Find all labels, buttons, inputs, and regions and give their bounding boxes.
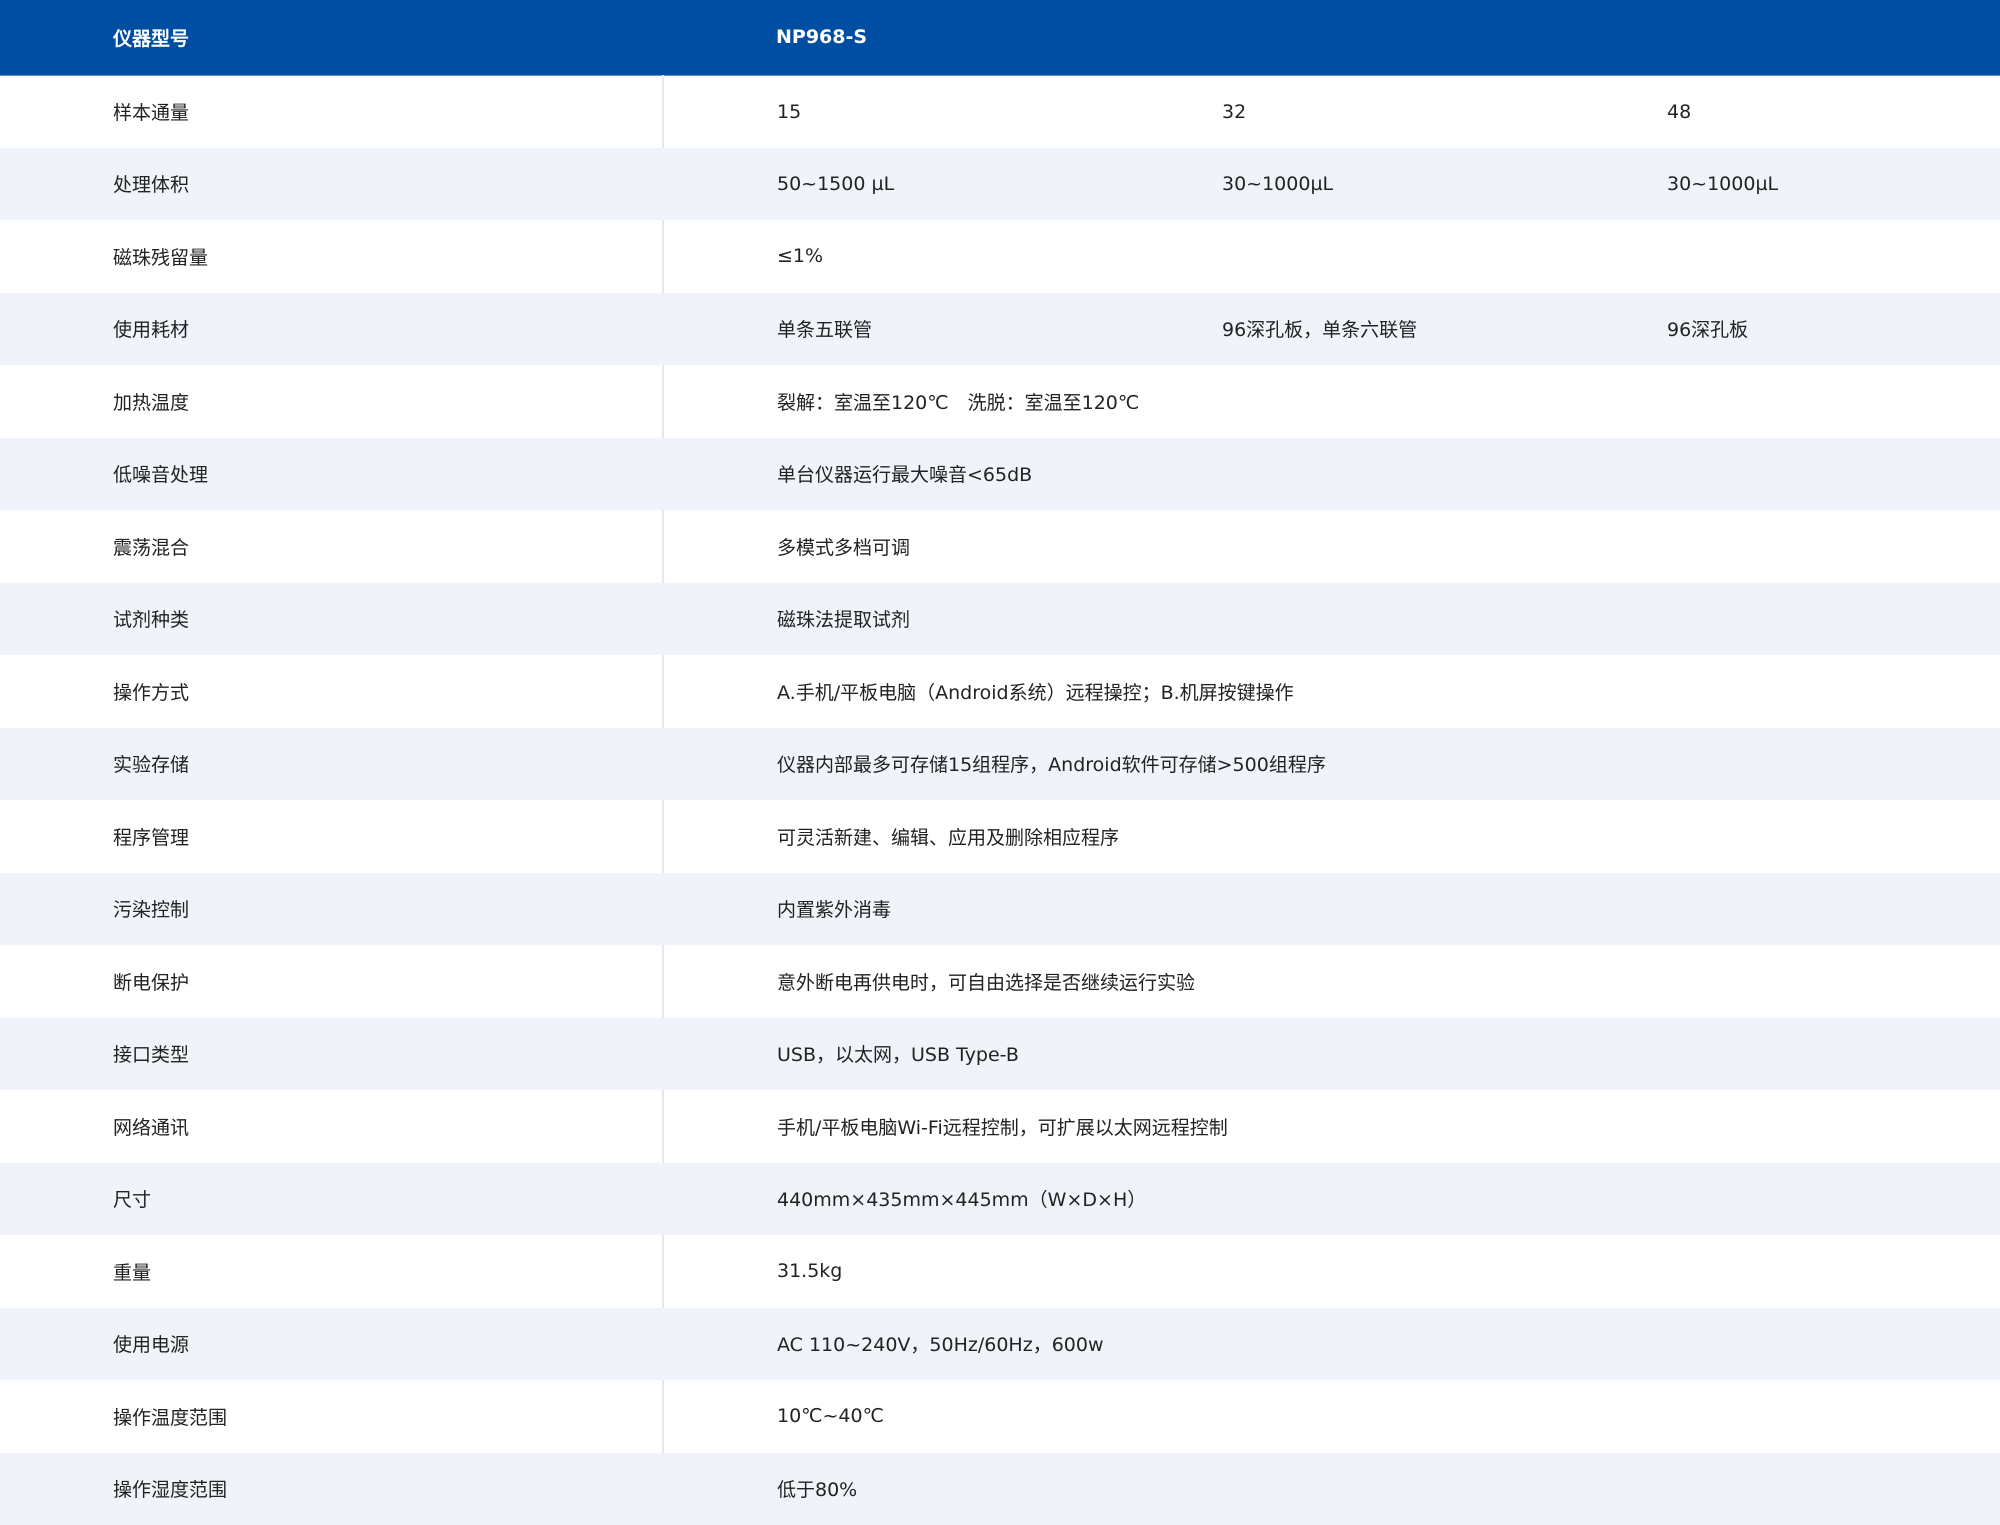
row-value: 32 bbox=[1109, 75, 1554, 148]
row-value: 仪器内部最多可存储15组程序，Android软件可存储>500组程序 bbox=[663, 728, 2000, 801]
row-label: 断电保护 bbox=[0, 945, 663, 1018]
table-row: 低噪音处理 单台仪器运行最大噪音<65dB bbox=[0, 438, 2000, 511]
row-label: 操作方式 bbox=[0, 655, 663, 728]
row-value: 磁珠法提取试剂 bbox=[663, 583, 2000, 656]
row-value: 48 bbox=[1554, 75, 2000, 148]
row-value: USB，以太网，USB Type-B bbox=[663, 1018, 2000, 1091]
table-row: 加热温度 裂解：室温至120℃ 洗脱：室温至120℃ bbox=[0, 365, 2000, 438]
row-label: 使用电源 bbox=[0, 1308, 663, 1381]
table-row: 操作方式 A.手机/平板电脑（Android系统）远程操控；B.机屏按键操作 bbox=[0, 655, 2000, 728]
table-header-row: 仪器型号 NP968-S bbox=[0, 0, 2000, 75]
table-row: 震荡混合 多模式多档可调 bbox=[0, 510, 2000, 583]
row-label: 污染控制 bbox=[0, 873, 663, 946]
row-value: AC 110~240V，50Hz/60Hz，600w bbox=[663, 1308, 2000, 1381]
row-value: 内置紫外消毒 bbox=[663, 873, 2000, 946]
row-value: A.手机/平板电脑（Android系统）远程操控；B.机屏按键操作 bbox=[663, 655, 2000, 728]
row-label: 重量 bbox=[0, 1235, 663, 1308]
table-row: 尺寸 440mm×435mm×445mm（W×D×H） bbox=[0, 1163, 2000, 1236]
table-row: 处理体积 50~1500 µL 30~1000µL 30~1000µL bbox=[0, 148, 2000, 221]
row-label: 实验存储 bbox=[0, 728, 663, 801]
row-value: 多模式多档可调 bbox=[663, 510, 2000, 583]
row-label: 使用耗材 bbox=[0, 293, 663, 366]
row-value: 30~1000µL bbox=[1554, 148, 2000, 221]
table-row: 试剂种类 磁珠法提取试剂 bbox=[0, 583, 2000, 656]
row-value: 50~1500 µL bbox=[663, 148, 1109, 221]
table-row: 断电保护 意外断电再供电时，可自由选择是否继续运行实验 bbox=[0, 945, 2000, 1018]
table-row: 使用电源 AC 110~240V，50Hz/60Hz，600w bbox=[0, 1308, 2000, 1381]
row-value: 15 bbox=[663, 75, 1109, 148]
row-label: 磁珠残留量 bbox=[0, 220, 663, 293]
table-row: 磁珠残留量 ≤1% bbox=[0, 220, 2000, 293]
row-value: 意外断电再供电时，可自由选择是否继续运行实验 bbox=[663, 945, 2000, 1018]
row-label: 网络通讯 bbox=[0, 1090, 663, 1163]
row-label: 样本通量 bbox=[0, 75, 663, 148]
row-value: ≤1% bbox=[663, 220, 2000, 293]
row-label: 操作温度范围 bbox=[0, 1380, 663, 1453]
row-label: 程序管理 bbox=[0, 800, 663, 873]
table-row: 样本通量 15 32 48 bbox=[0, 75, 2000, 148]
row-label: 震荡混合 bbox=[0, 510, 663, 583]
table-row: 实验存储 仪器内部最多可存储15组程序，Android软件可存储>500组程序 bbox=[0, 728, 2000, 801]
row-value: 10℃~40℃ bbox=[663, 1380, 2000, 1453]
row-value: 裂解：室温至120℃ 洗脱：室温至120℃ bbox=[663, 365, 2000, 438]
row-value: 手机/平板电脑Wi-Fi远程控制，可扩展以太网远程控制 bbox=[663, 1090, 2000, 1163]
table-row: 使用耗材 单条五联管 96深孔板，单条六联管 96深孔板 bbox=[0, 293, 2000, 366]
row-label: 试剂种类 bbox=[0, 583, 663, 656]
row-value: 31.5kg bbox=[663, 1235, 2000, 1308]
row-value: 440mm×435mm×445mm（W×D×H） bbox=[663, 1163, 2000, 1236]
row-value: 30~1000µL bbox=[1109, 148, 1554, 221]
row-label: 操作湿度范围 bbox=[0, 1453, 663, 1525]
row-label: 加热温度 bbox=[0, 365, 663, 438]
row-value: 低于80% bbox=[663, 1453, 2000, 1525]
table-row: 污染控制 内置紫外消毒 bbox=[0, 873, 2000, 946]
row-label: 接口类型 bbox=[0, 1018, 663, 1091]
row-label: 尺寸 bbox=[0, 1163, 663, 1236]
spec-table: 仪器型号 NP968-S 样本通量 15 32 48 处理体积 50~1500 … bbox=[0, 0, 2000, 1525]
table-row: 网络通讯 手机/平板电脑Wi-Fi远程控制，可扩展以太网远程控制 bbox=[0, 1090, 2000, 1163]
table-row: 操作湿度范围 低于80% bbox=[0, 1453, 2000, 1525]
row-label: 低噪音处理 bbox=[0, 438, 663, 511]
row-label: 处理体积 bbox=[0, 148, 663, 221]
table-row: 接口类型 USB，以太网，USB Type-B bbox=[0, 1018, 2000, 1091]
table-row: 操作温度范围 10℃~40℃ bbox=[0, 1380, 2000, 1453]
table-row: 重量 31.5kg bbox=[0, 1235, 2000, 1308]
row-value: 单条五联管 bbox=[663, 293, 1109, 366]
table-row: 程序管理 可灵活新建、编辑、应用及删除相应程序 bbox=[0, 800, 2000, 873]
row-value: 96深孔板，单条六联管 bbox=[1109, 293, 1554, 366]
row-value: 96深孔板 bbox=[1554, 293, 2000, 366]
row-value: 可灵活新建、编辑、应用及删除相应程序 bbox=[663, 800, 2000, 873]
header-label: 仪器型号 bbox=[0, 0, 663, 75]
row-value: 单台仪器运行最大噪音<65dB bbox=[663, 438, 2000, 511]
header-model: NP968-S bbox=[663, 0, 2000, 75]
